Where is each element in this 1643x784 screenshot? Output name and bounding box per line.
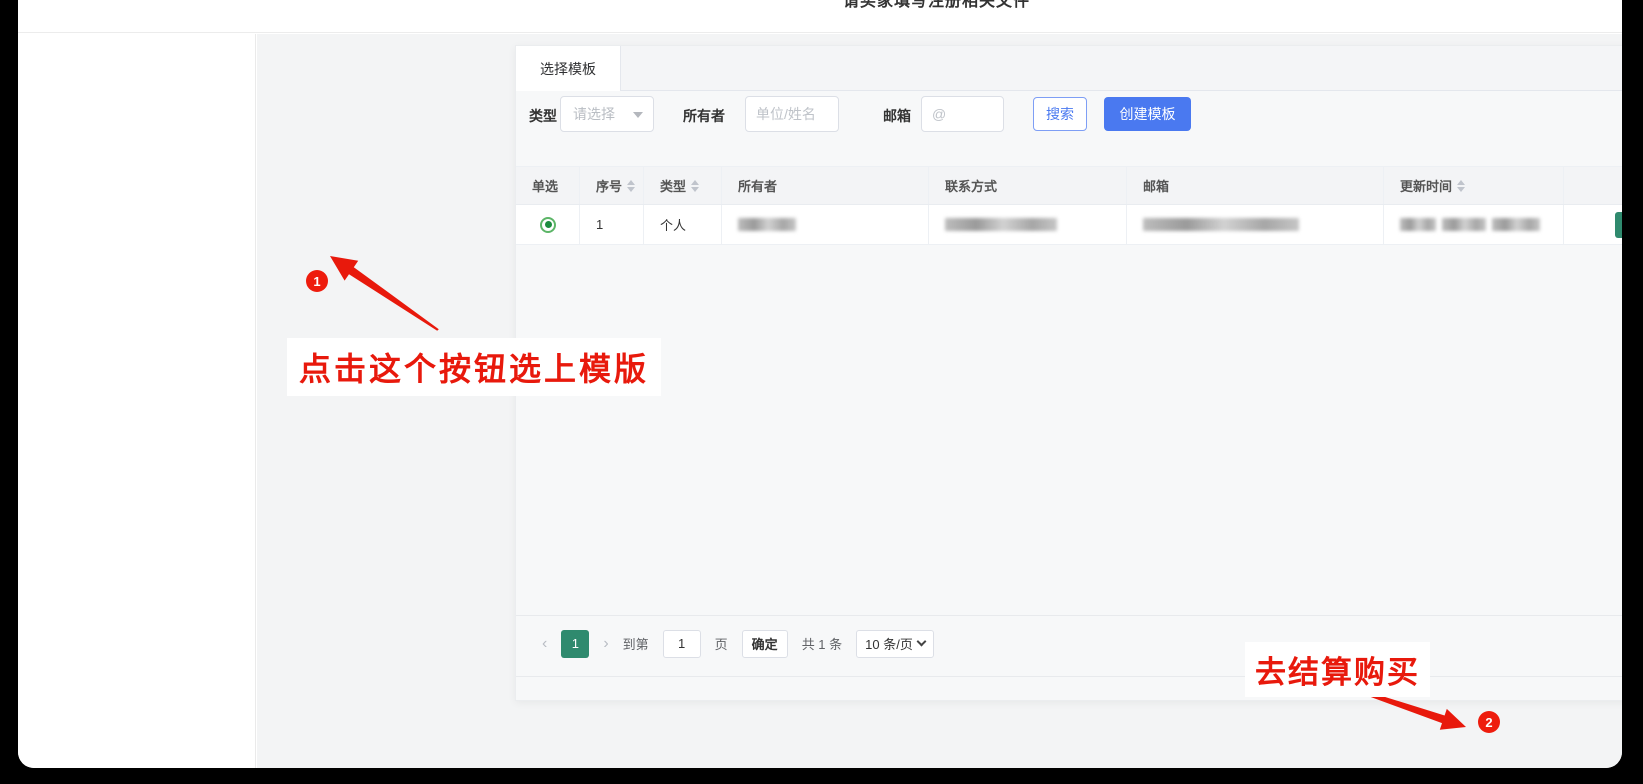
type-select-value: 请选择 — [573, 106, 615, 122]
table-row: 1 个人 — [516, 205, 1622, 245]
cell-contact — [929, 205, 1127, 244]
current-page-button[interactable]: 1 — [561, 629, 590, 658]
redacted-updated-time — [1400, 218, 1540, 231]
cell-email — [1127, 205, 1384, 244]
header-owner: 所有者 — [722, 167, 929, 204]
panel-footer-divider — [516, 676, 1622, 677]
redacted-email — [1143, 218, 1299, 231]
step2-badge: 2 — [1478, 711, 1500, 733]
prev-page-icon[interactable]: ‹ — [542, 635, 547, 652]
edit-button[interactable]: 编辑 — [1614, 211, 1622, 238]
template-table: 单选 序号 类型 所有者 联系方式 邮箱 更新时间 操作 — [516, 166, 1622, 245]
redacted-owner — [738, 218, 796, 231]
sort-icon[interactable] — [691, 176, 700, 196]
step1-annotation-text: 点击这个按钮选上模版 — [287, 338, 662, 396]
search-button[interactable]: 搜索 — [1033, 97, 1087, 131]
jump-label-before: 到第 — [622, 637, 649, 652]
search-button-label: 搜索 — [1046, 106, 1074, 122]
pagination: ‹ 1 › 到第 页 确定 共 1 条 10 条/页 — [516, 615, 1622, 671]
chevron-down-icon — [916, 636, 927, 647]
left-sidebar — [18, 34, 256, 768]
chevron-down-icon — [633, 111, 643, 123]
header-index[interactable]: 序号 — [580, 167, 644, 204]
jump-confirm-button[interactable]: 确定 — [741, 629, 788, 658]
sort-icon[interactable] — [627, 176, 636, 196]
tab-bar: 选择模板 — [516, 46, 1622, 91]
header-type[interactable]: 类型 — [644, 167, 722, 204]
cell-type: 个人 — [644, 205, 722, 244]
owner-label: 所有者 — [683, 108, 725, 124]
email-label: 邮箱 — [883, 108, 911, 124]
jump-label-after: 页 — [714, 637, 728, 652]
top-notice-bar: 请买家填写注册相关文件 — [18, 0, 1622, 33]
page-size-value: 10 条/页 — [865, 637, 913, 652]
type-select[interactable]: 请选择 — [560, 96, 654, 132]
table-header-row: 单选 序号 类型 所有者 联系方式 邮箱 更新时间 操作 — [516, 167, 1622, 205]
cell-index: 1 — [580, 205, 644, 244]
step1-badge: 1 — [306, 270, 328, 292]
template-panel: 选择模板 类型 请选择 所有者 邮箱 搜索 创建模板 — [515, 45, 1622, 701]
header-actions: 操作 — [1564, 167, 1622, 204]
create-template-button[interactable]: 创建模板 — [1104, 97, 1191, 131]
header-single-select: 单选 — [516, 167, 580, 204]
radio-selected-icon[interactable] — [540, 216, 556, 233]
screenshot-canvas: 请买家填写注册相关文件 选择模板 类型 请选择 所有者 邮箱 — [0, 0, 1643, 784]
header-contact: 联系方式 — [929, 167, 1127, 204]
type-label: 类型 — [529, 108, 557, 124]
create-template-label: 创建模板 — [1119, 106, 1176, 122]
redacted-contact — [945, 218, 1057, 231]
tab-select-template[interactable]: 选择模板 — [516, 46, 621, 91]
cell-owner — [722, 205, 929, 244]
next-page-icon[interactable]: › — [603, 635, 608, 652]
email-input[interactable] — [921, 96, 1004, 132]
header-updated[interactable]: 更新时间 — [1384, 167, 1564, 204]
top-notice-text: 请买家填写注册相关文件 — [843, 0, 1031, 10]
header-email: 邮箱 — [1127, 167, 1384, 204]
cell-updated — [1384, 205, 1564, 244]
cell-actions: 编辑 实名成功 删除 — [1564, 205, 1622, 244]
cell-single-select — [516, 205, 580, 244]
tab-label: 选择模板 — [540, 60, 596, 77]
sort-icon[interactable] — [1457, 176, 1466, 196]
total-count-text: 共 1 条 — [801, 637, 843, 652]
step2-annotation-text: 去结算购买 — [1245, 642, 1430, 697]
page-size-select[interactable]: 10 条/页 — [856, 629, 935, 658]
owner-input[interactable] — [745, 96, 839, 132]
jump-page-input[interactable] — [662, 629, 701, 658]
